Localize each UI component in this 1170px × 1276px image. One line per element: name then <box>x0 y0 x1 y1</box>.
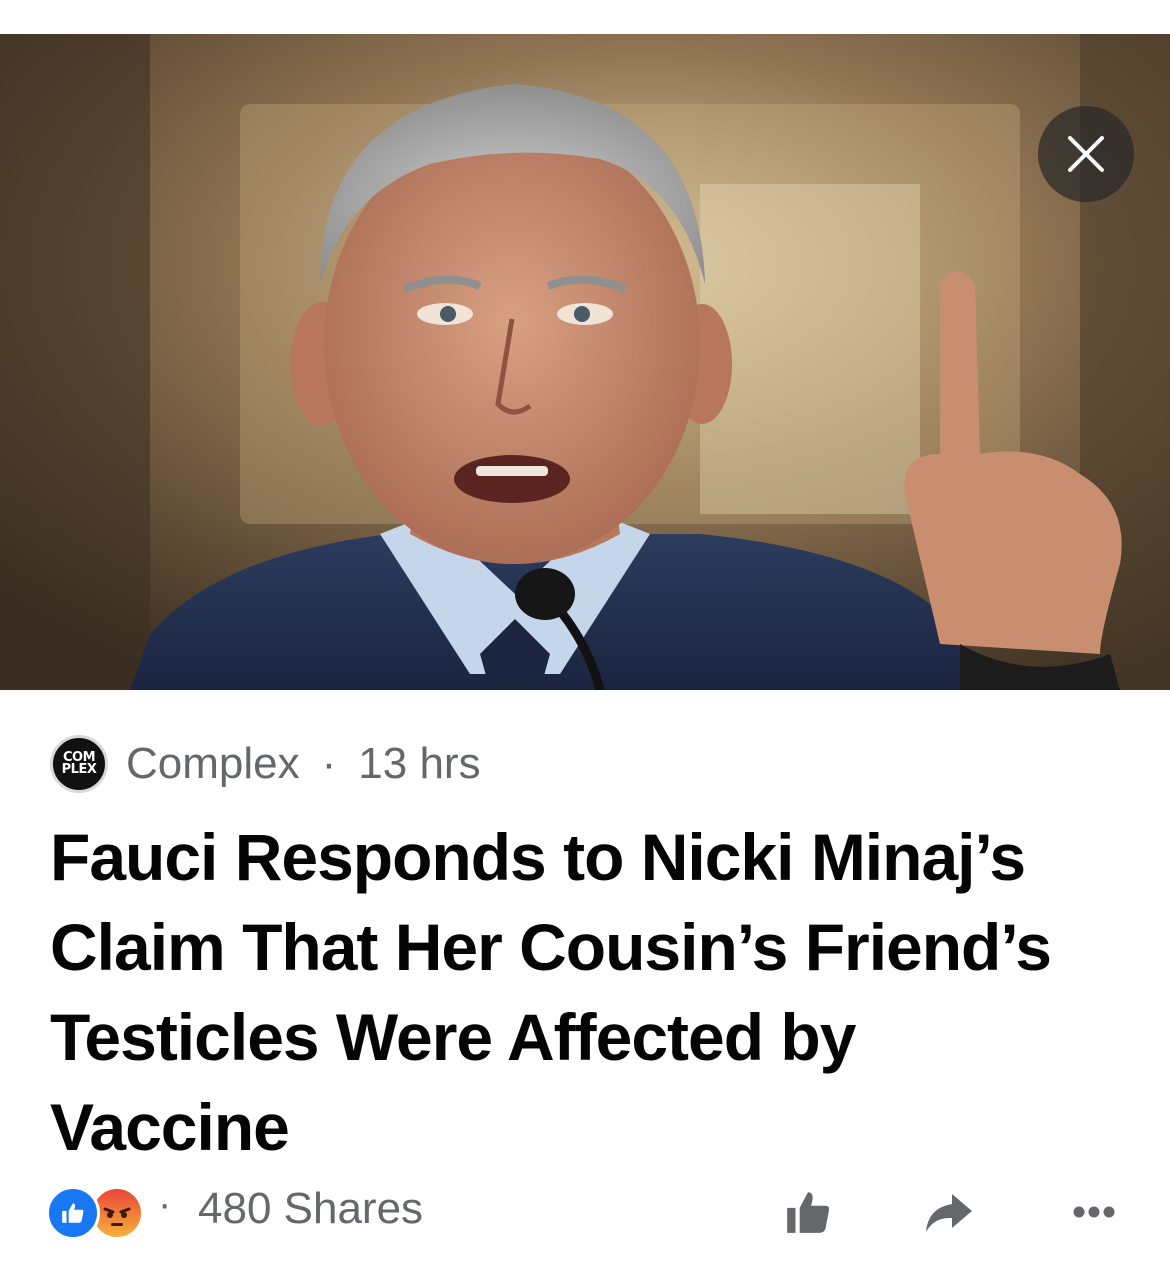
post-meta: COM PLEX Complex · 13 hrs <box>50 734 481 794</box>
like-button[interactable] <box>778 1182 838 1242</box>
shares-separator: · <box>158 1182 172 1226</box>
more-options-icon <box>1073 1206 1115 1218</box>
share-button[interactable] <box>918 1182 978 1242</box>
post-timestamp[interactable]: 13 hrs <box>358 739 480 789</box>
article-headline[interactable]: Fauci Responds to Nicki Minaj’s Claim Th… <box>50 812 1110 1172</box>
share-arrow-icon <box>926 1194 972 1232</box>
post-actions-bar: · 480 Shares <box>46 1180 1126 1244</box>
more-options-button[interactable] <box>1064 1182 1124 1242</box>
hero-photo-illustration <box>0 34 1170 690</box>
shared-article-card: COM PLEX Complex · 13 hrs Fauci Responds… <box>0 0 1170 1276</box>
shares-count[interactable]: 480 Shares <box>198 1184 423 1234</box>
close-button[interactable] <box>1038 106 1134 202</box>
close-icon <box>1068 136 1104 172</box>
source-logo-line2: PLEX <box>61 762 97 777</box>
meta-separator: · <box>321 739 337 788</box>
like-reaction-icon <box>46 1186 100 1240</box>
source-name[interactable]: Complex <box>126 739 300 789</box>
source-avatar[interactable]: COM PLEX <box>50 735 108 793</box>
thumbs-up-icon <box>787 1192 830 1233</box>
article-hero-image[interactable] <box>0 34 1170 690</box>
reaction-summary[interactable] <box>46 1186 146 1240</box>
